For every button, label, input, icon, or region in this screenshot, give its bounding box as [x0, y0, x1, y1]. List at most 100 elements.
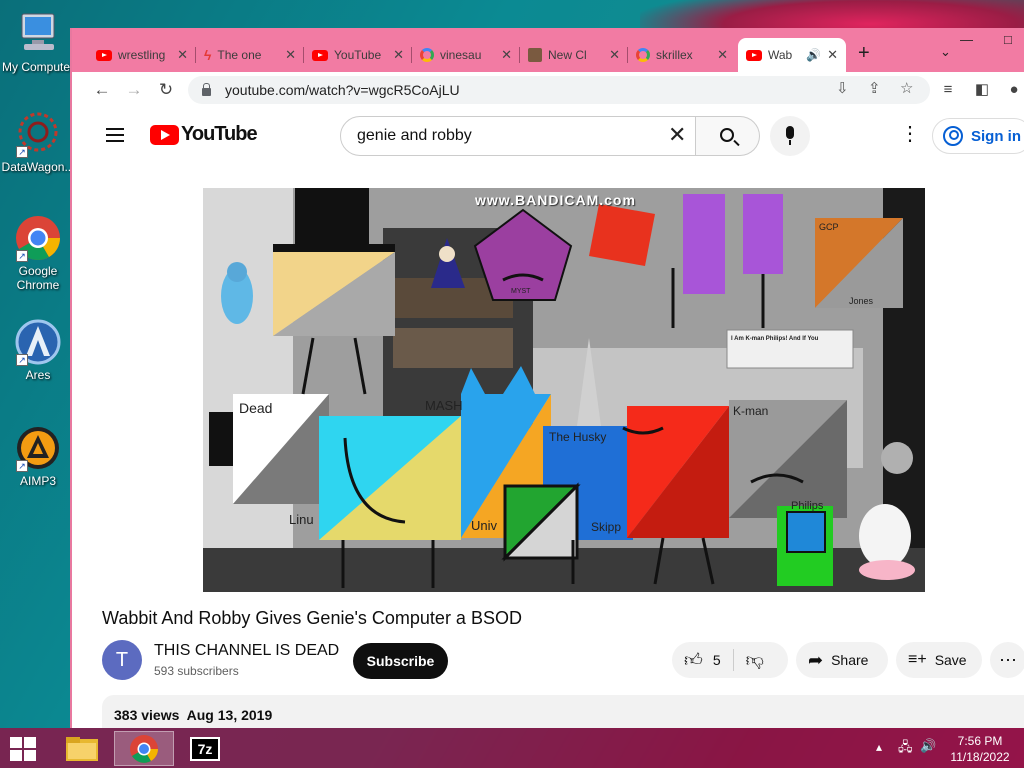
save-label: Save [934, 652, 967, 668]
lock-icon [202, 83, 211, 96]
sign-in-button[interactable]: Sign in [932, 118, 1024, 154]
media-control-icon[interactable]: ≡ [936, 78, 960, 102]
desktop-icon-ares[interactable]: ↗ Ares [0, 318, 76, 382]
desktop-icon-datawagon[interactable]: ↗ DataWagon... [0, 110, 76, 174]
youtube-logo[interactable]: YouTube [150, 123, 258, 146]
minimize-icon[interactable]: — [960, 32, 973, 47]
thumbs-down-icon[interactable]: 👎︎ [746, 649, 764, 671]
hamburger-menu-icon[interactable] [106, 128, 124, 142]
forward-arrow-icon[interactable]: → [122, 78, 146, 102]
video-label-univ: Univ [471, 518, 498, 533]
video-label-kman: K-man [733, 404, 769, 418]
tab-skrillex[interactable]: skrillex ✕ [628, 38, 736, 72]
folder-icon [66, 737, 98, 761]
tab-search-chevron-icon[interactable]: ⌄ [940, 44, 951, 60]
video-label-skipp: Skipp [591, 520, 622, 534]
account-icon [943, 126, 963, 146]
address-bar[interactable]: youtube.com/watch?v=wgcR5CoAjLU ⇩ ⇪ ☆ [188, 76, 930, 104]
aimp-icon: ↗ [14, 424, 62, 472]
profile-icon[interactable]: ● [1002, 78, 1024, 102]
maximize-icon[interactable]: □ [1004, 32, 1012, 47]
tab-youtube[interactable]: YouTube ✕ [304, 38, 412, 72]
video-label-jones: Jones [849, 296, 874, 306]
volume-icon[interactable]: 🔊 [920, 738, 936, 754]
playlist-add-icon: ≡+ [908, 651, 927, 668]
chrome-icon [130, 735, 158, 763]
tab-new-club[interactable]: New Cl ✕ [520, 38, 628, 72]
tab-title: vinesau [440, 48, 482, 62]
tab-vinesauce[interactable]: vinesau ✕ [412, 38, 520, 72]
description-box[interactable]: 383 views Aug 13, 2019 [102, 695, 1024, 728]
shortcut-arrow-icon: ↗ [16, 146, 28, 158]
bookmark-star-icon[interactable]: ☆ [900, 79, 913, 97]
tab-close-icon[interactable]: ✕ [717, 47, 728, 63]
video-label-dead: Dead [239, 400, 273, 416]
desktop-icon-label: AIMP3 [19, 474, 56, 488]
more-options-icon[interactable]: ⋮ [900, 124, 920, 144]
like-button[interactable]: 👍︎ 5 [672, 649, 721, 671]
tab-strip: wrestling ✕ ϟ The one ✕ YouTube ✕ vinesa… [72, 28, 1024, 72]
image-favicon-icon [528, 48, 542, 62]
taskbar-file-explorer[interactable] [52, 731, 112, 766]
tab-close-icon[interactable]: ✕ [393, 47, 404, 63]
back-arrow-icon[interactable]: ← [90, 78, 114, 102]
youtube-play-icon [150, 124, 179, 145]
views-and-date: 383 views Aug 13, 2019 [114, 707, 273, 723]
thumbs-up-icon: 👍︎ [684, 650, 703, 670]
desktop-icon-my-computer[interactable]: My Computer [0, 10, 76, 74]
datawagon-icon: ↗ [14, 110, 62, 158]
taskbar-7zip[interactable]: 7z [176, 731, 236, 766]
install-app-icon[interactable]: ⇩ [836, 79, 849, 97]
voice-search-mic-icon[interactable] [770, 116, 810, 156]
new-tab-button[interactable]: + [858, 42, 870, 65]
search-button[interactable] [696, 116, 760, 156]
video-player[interactable]: www.BANDICAM.com I Am K-man Philips! And… [203, 188, 925, 592]
like-dislike-group: 👍︎ 5 👎︎ [672, 642, 788, 678]
tab-close-icon[interactable]: ✕ [609, 47, 620, 63]
tab-active-video[interactable]: Wab 🔊 ✕ [738, 38, 846, 72]
tab-close-icon[interactable]: ✕ [827, 47, 838, 63]
google-favicon-icon [636, 48, 650, 62]
youtube-favicon-icon [746, 49, 762, 61]
tab-close-icon[interactable]: ✕ [177, 47, 188, 63]
channel-avatar[interactable]: T [102, 640, 142, 680]
system-clock[interactable]: 7:56 PM 11/18/2022 [936, 733, 1024, 765]
clear-search-icon[interactable]: ✕ [668, 122, 686, 148]
tab-close-icon[interactable]: ✕ [501, 47, 512, 63]
network-icon[interactable]: 🖧 [898, 738, 913, 760]
tab-title: wrestling [118, 48, 166, 62]
search-input[interactable]: genie and robby [340, 116, 696, 156]
video-label-mash: MASH [425, 398, 463, 413]
bandicam-watermark: www.BANDICAM.com [475, 192, 636, 208]
tab-the-one[interactable]: ϟ The one ✕ [196, 38, 304, 72]
shortcut-arrow-icon: ↗ [16, 250, 28, 262]
desktop-icon-chrome[interactable]: ↗ Google Chrome [0, 214, 76, 292]
taskbar-chrome[interactable] [114, 731, 174, 766]
video-label-myst: MYST [511, 288, 531, 295]
audio-playing-icon[interactable]: 🔊 [806, 48, 821, 62]
save-button[interactable]: ≡+ Save [896, 642, 982, 678]
channel-name[interactable]: THIS CHANNEL IS DEAD [154, 642, 339, 660]
subscriber-count: 593 subscribers [154, 664, 239, 678]
like-count: 5 [712, 652, 721, 668]
video-label-husky: The Husky [549, 430, 607, 444]
more-actions-icon[interactable]: ⋯ [990, 642, 1024, 678]
tab-title: Wab [768, 48, 793, 62]
video-label-gcp: GCP [819, 222, 839, 232]
tab-title: New Cl [548, 48, 587, 62]
subscribe-button[interactable]: Subscribe [353, 643, 448, 679]
side-panel-icon[interactable]: ◧ [970, 78, 994, 102]
desktop-icon-aimp3[interactable]: ↗ AIMP3 [0, 424, 76, 488]
windows-start-icon[interactable] [10, 737, 38, 761]
tab-close-icon[interactable]: ✕ [285, 47, 296, 63]
search-icon [720, 128, 734, 142]
youtube-page: YouTube genie and robby ✕ ⋮ Sign in www.… [72, 108, 1024, 728]
tab-wrestling[interactable]: wrestling ✕ [88, 38, 196, 72]
show-hidden-icons-icon[interactable]: ▴ [876, 740, 882, 754]
reload-icon[interactable]: ↻ [154, 78, 178, 102]
ares-icon: ↗ [14, 318, 62, 366]
share-icon[interactable]: ⇪ [868, 79, 881, 97]
share-button[interactable]: ➦ Share [796, 642, 888, 678]
video-title: Wabbit And Robby Gives Genie's Computer … [102, 608, 522, 628]
desktop-icon-label: My Computer [1, 60, 75, 74]
